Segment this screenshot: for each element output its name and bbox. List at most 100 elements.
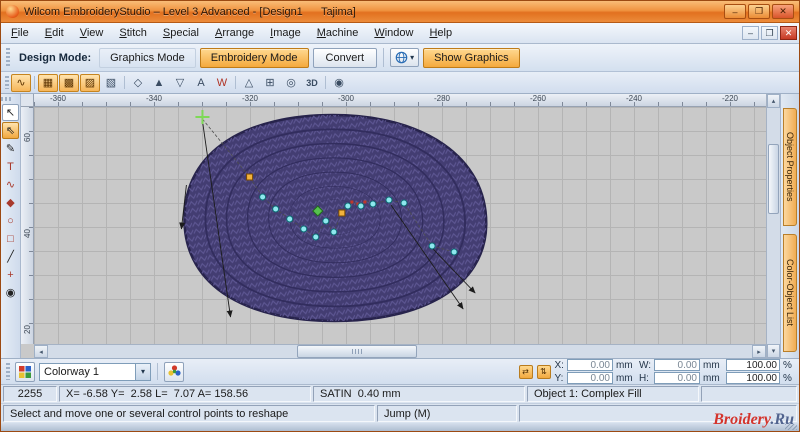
ruler-tick: -240 — [625, 94, 643, 103]
lettering-tool[interactable]: T — [2, 158, 19, 175]
menu-file[interactable]: File — [3, 25, 37, 41]
y-label: Y: — [554, 372, 564, 384]
run-stitch-icon[interactable]: ∿ — [11, 73, 31, 92]
scale-y-input[interactable] — [726, 372, 780, 384]
x-input[interactable] — [566, 359, 613, 371]
toolbar-grip[interactable] — [5, 76, 9, 89]
select-tool[interactable]: ↖ — [2, 104, 19, 121]
ellipse-tool[interactable]: ○ — [2, 212, 19, 229]
mm-label: mm — [615, 372, 633, 384]
vertical-scroll-thumb[interactable] — [768, 144, 779, 214]
run-stitch-tool[interactable]: ∿ — [2, 176, 19, 193]
control-node — [322, 217, 330, 225]
scroll-right-icon[interactable]: ▸ — [752, 345, 766, 358]
menu-edit[interactable]: Edit — [37, 25, 72, 41]
menu-view[interactable]: View — [72, 25, 112, 41]
control-node — [300, 225, 308, 233]
hoop-icon[interactable]: ◎ — [281, 74, 301, 92]
convert-button[interactable]: Convert — [312, 47, 378, 68]
nudge-horizontal-icon[interactable]: ⇄ — [518, 364, 533, 379]
h-input[interactable] — [654, 372, 700, 384]
horizontal-ruler: -360 -340 -320 -300 -280 -260 -240 -220 — [34, 94, 766, 107]
tatami-fill-icon[interactable]: ▦ — [38, 73, 58, 92]
watermark-suffix: .Ru — [770, 411, 794, 428]
design-canvas[interactable] — [34, 107, 766, 344]
mirror-horizontal-icon[interactable]: ▲ — [149, 74, 169, 92]
colorway-editor-button[interactable] — [164, 361, 184, 382]
contour-fill-icon[interactable]: ▧ — [101, 74, 121, 92]
threed-view-icon[interactable]: 3D — [302, 74, 322, 92]
y-input[interactable] — [566, 372, 613, 384]
w-input[interactable] — [654, 359, 700, 371]
tab-color-object-list[interactable]: Color-Object List — [783, 234, 797, 352]
scroll-down-icon[interactable]: ▾ — [767, 344, 780, 358]
close-button[interactable]: ✕ — [772, 4, 794, 19]
mdi-minimize-button[interactable]: – — [742, 26, 759, 40]
reshape-tool[interactable]: ⇖ — [2, 122, 19, 139]
graphics-mode-button[interactable]: Graphics Mode — [99, 47, 196, 68]
control-node — [259, 193, 267, 201]
status-bar-values: 2255 X= -6.58 Y= 2.58 L= 7.07 A= 158.56 … — [1, 384, 799, 403]
tool-palette: ↖ ⇖ ✎ T ∿ ◆ ○ □ ╱ + ◉ — [1, 94, 21, 358]
stitch-type: SATIN 0.40 mm — [313, 386, 525, 402]
mdi-restore-button[interactable]: ❐ — [761, 26, 778, 40]
reshape-icon[interactable]: ◇ — [128, 74, 148, 92]
toolbar-grip[interactable] — [6, 48, 10, 67]
mm-label: mm — [703, 372, 720, 384]
scale-x-input[interactable] — [726, 359, 780, 371]
menu-window[interactable]: Window — [366, 25, 421, 41]
embroidery-mode-button[interactable]: Embroidery Mode — [199, 47, 309, 68]
w-label: W: — [638, 359, 651, 371]
grid-toggle-icon[interactable]: ⊞ — [260, 74, 280, 92]
design-object[interactable] — [174, 107, 495, 332]
closed-shape-tool[interactable]: ◆ — [2, 194, 19, 211]
chevron-down-icon[interactable]: ▾ — [135, 363, 150, 380]
mdi-close-button[interactable]: ✕ — [780, 26, 797, 40]
tab-object-properties[interactable]: Object Properties — [783, 108, 797, 226]
zoom-icon[interactable]: ◉ — [329, 74, 349, 92]
anchor-cross-icon — [195, 110, 210, 124]
color-palette-button[interactable] — [15, 361, 35, 382]
insert-node-tool[interactable]: + — [2, 266, 19, 283]
menu-special[interactable]: Special — [155, 25, 207, 41]
menu-image[interactable]: Image — [262, 25, 309, 41]
colorway-flower-icon — [167, 365, 181, 376]
scroll-left-icon[interactable]: ◂ — [34, 345, 48, 358]
colorway-select[interactable]: Colorway 1 ▾ — [39, 362, 151, 381]
h-label: H: — [638, 372, 649, 384]
ruler-tick: -340 — [145, 94, 163, 103]
wave-effect-icon[interactable]: W — [212, 74, 232, 92]
scroll-up-icon[interactable]: ▴ — [767, 94, 780, 108]
lettering-icon[interactable]: A — [191, 74, 211, 92]
control-node — [400, 199, 408, 207]
measure-icon[interactable]: △ — [239, 74, 259, 92]
menu-arrange[interactable]: Arrange — [207, 25, 262, 41]
minimize-button[interactable]: – — [724, 4, 746, 19]
nudge-vertical-icon[interactable]: ⇅ — [536, 364, 551, 379]
vertical-scrollbar[interactable]: ▴ ▾ — [766, 94, 780, 358]
ruler-tick: 60 — [23, 133, 32, 142]
mirror-vertical-icon[interactable]: ▽ — [170, 74, 190, 92]
pattern-fill-icon[interactable]: ▩ — [59, 73, 79, 92]
menu-machine[interactable]: Machine — [309, 25, 367, 41]
rectangle-tool[interactable]: □ — [2, 230, 19, 247]
horizontal-scroll-thumb[interactable] — [296, 345, 417, 358]
control-node — [450, 248, 458, 256]
menu-stitch[interactable]: Stitch — [111, 25, 155, 41]
zoom-tool[interactable]: ◉ — [2, 284, 19, 301]
toolbar-grip[interactable] — [1, 97, 11, 101]
globe-dropdown-button[interactable]: ▾ — [390, 48, 420, 67]
colorway-toolbar: Colorway 1 ▾ ⇄ ⇅ X: mm W: mm % Y: m — [1, 358, 799, 384]
line-tool[interactable]: ╱ — [2, 248, 19, 265]
digitize-pen-tool[interactable]: ✎ — [2, 140, 19, 157]
title-bar: Wilcom EmbroideryStudio – Level 3 Advanc… — [1, 1, 799, 23]
menu-help[interactable]: Help — [421, 25, 460, 41]
toolbar-grip[interactable] — [6, 363, 10, 380]
horizontal-scrollbar[interactable]: ◂ ▸ — [34, 344, 766, 358]
window-resize-frame[interactable] — [1, 423, 799, 431]
main-area: ↖ ⇖ ✎ T ∿ ◆ ○ □ ╱ + ◉ -360 -340 -320 -30… — [1, 94, 799, 358]
show-graphics-button[interactable]: Show Graphics — [423, 47, 520, 68]
maximize-button[interactable]: ❐ — [748, 4, 770, 19]
motif-fill-icon[interactable]: ▨ — [80, 73, 100, 92]
pointer-coordinates: X= -6.58 Y= 2.58 L= 7.07 A= 158.56 — [59, 386, 311, 402]
